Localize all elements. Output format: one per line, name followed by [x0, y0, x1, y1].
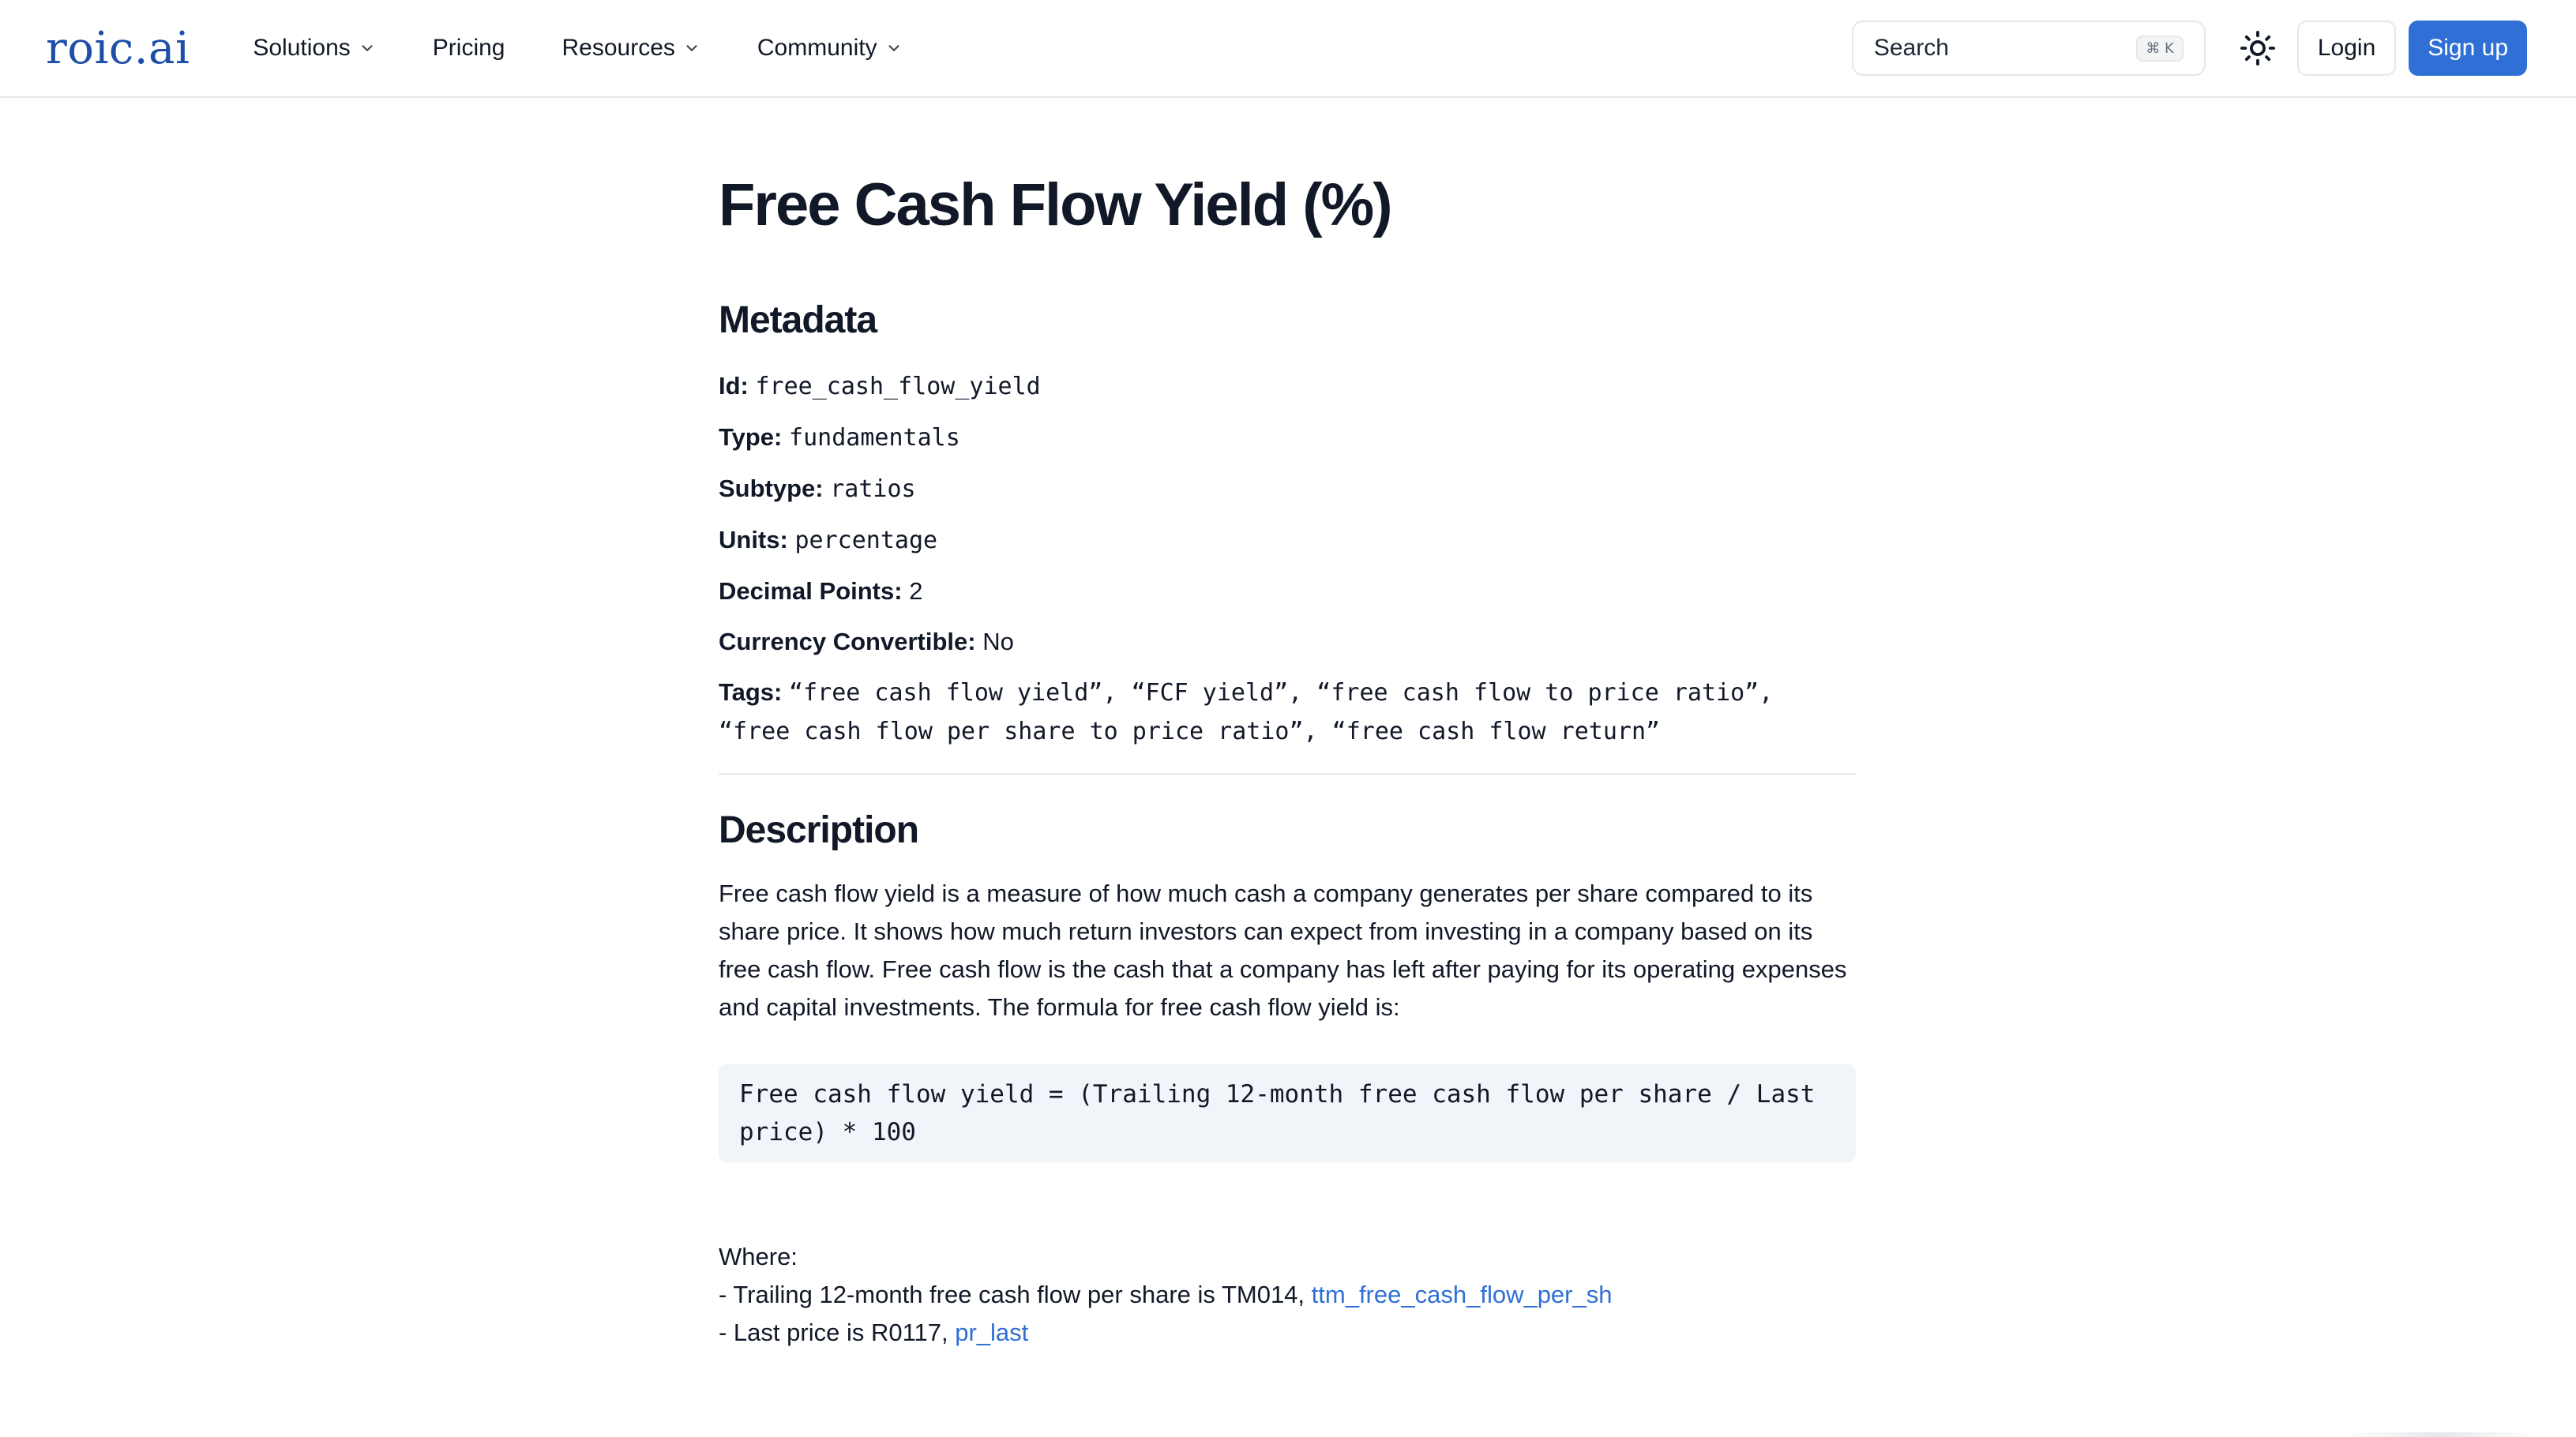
metadata-value: free_cash_flow_yield — [755, 372, 1041, 400]
chevron-down-icon — [362, 45, 373, 51]
page: roic.ai Solutions Pricing Resources Comm… — [0, 0, 2576, 1437]
metadata-id: Id: free_cash_flow_yield — [719, 367, 1856, 406]
metadata-label: Units: — [719, 525, 788, 553]
sun-icon — [2240, 30, 2275, 66]
description-heading: Description — [719, 809, 919, 851]
page-title: Free Cash Flow Yield (%) — [719, 171, 1393, 238]
metadata-tags: Tags: “free cash flow yield”, “FCF yield… — [719, 673, 1856, 751]
metadata-currency-convertible: Currency Convertible: No — [719, 623, 1856, 661]
metadata-value: 2 — [909, 576, 923, 605]
nav-resources-label: Resources — [561, 35, 675, 61]
theme-toggle-button[interactable] — [2234, 24, 2281, 72]
nav-solutions[interactable]: Solutions — [253, 35, 375, 62]
search-label: Search — [1873, 35, 1949, 61]
chevron-down-icon — [686, 45, 697, 51]
signup-button[interactable]: Sign up — [2409, 21, 2527, 76]
metadata-label: Type: — [719, 422, 783, 451]
bottom-edge-shadow — [2345, 1432, 2535, 1437]
metadata-label: Subtype: — [719, 474, 824, 502]
metric-link[interactable]: pr_last — [955, 1319, 1028, 1346]
main-content: Free Cash Flow Yield (%) Metadata Id: fr… — [719, 98, 1856, 1352]
nav-community[interactable]: Community — [757, 35, 903, 62]
search-input[interactable]: Search ⌘ K — [1851, 21, 2206, 76]
metadata-value: ratios — [830, 475, 916, 503]
metadata-label: Currency Convertible: — [719, 627, 976, 655]
metadata-label: Id: — [719, 371, 749, 400]
where-item: - Last price is R0117, pr_last — [719, 1314, 1856, 1352]
metadata-label: Tags: — [719, 677, 783, 706]
metadata-list: Id: free_cash_flow_yield Type: fundament… — [719, 367, 1856, 751]
metadata-decimal-points: Decimal Points: 2 — [719, 572, 1856, 610]
formula-code-block: Free cash flow yield = (Trailing 12-mont… — [719, 1064, 1856, 1163]
metadata-value: fundamentals — [789, 423, 960, 452]
nav-solutions-label: Solutions — [253, 35, 351, 61]
metadata-value: “free cash flow yield”, “FCF yield”, “fr… — [719, 678, 1774, 745]
where-item: - Trailing 12-month free cash flow per s… — [719, 1276, 1856, 1314]
metadata-heading: Metadata — [719, 299, 877, 342]
section-divider — [719, 772, 1856, 775]
top-navbar: roic.ai Solutions Pricing Resources Comm… — [0, 0, 2576, 98]
metric-link[interactable]: ttm_free_cash_flow_per_sh — [1312, 1281, 1613, 1308]
metadata-subtype: Subtype: ratios — [719, 470, 1856, 508]
where-item-text: - Trailing 12-month free cash flow per s… — [719, 1281, 1312, 1309]
metadata-label: Decimal Points: — [719, 576, 903, 605]
nav-resources[interactable]: Resources — [561, 35, 700, 62]
where-section: Where: - Trailing 12-month free cash flo… — [719, 1238, 1856, 1352]
where-label: Where: — [719, 1243, 798, 1271]
where-item-text: - Last price is R0117, — [719, 1319, 956, 1347]
metadata-value: No — [982, 627, 1014, 655]
nav-community-label: Community — [757, 35, 877, 61]
metadata-value: percentage — [794, 526, 938, 554]
chevron-down-icon — [888, 45, 899, 51]
nav-pricing-label: Pricing — [432, 35, 505, 61]
main-nav: Solutions Pricing Resources Community — [253, 35, 959, 62]
logo[interactable]: roic.ai — [46, 23, 190, 74]
search-shortcut-badge: ⌘ K — [2136, 35, 2184, 62]
metadata-type: Type: fundamentals — [719, 418, 1856, 457]
metadata-units: Units: percentage — [719, 521, 1856, 560]
description-text: Free cash flow yield is a measure of how… — [719, 880, 1847, 1022]
login-button[interactable]: Login — [2296, 21, 2397, 76]
nav-pricing[interactable]: Pricing — [433, 35, 505, 62]
